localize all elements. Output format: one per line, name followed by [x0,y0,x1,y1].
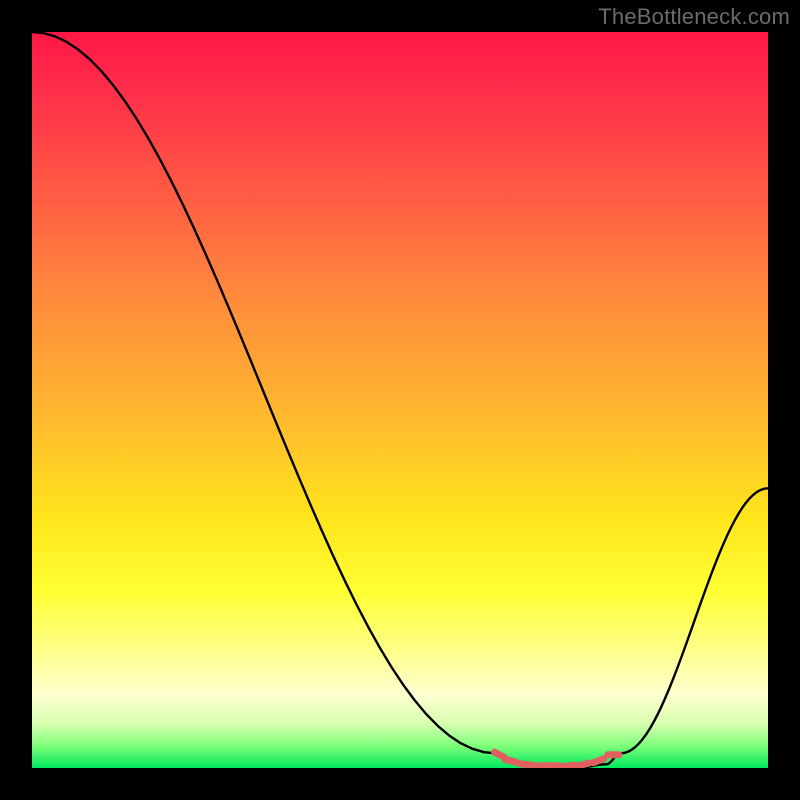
watermark-text: TheBottleneck.com [598,4,790,30]
marker-dash [594,759,604,763]
plot-area [32,32,768,768]
chart-svg [32,32,768,768]
marker-dash [564,765,575,766]
marker-dash [579,763,590,766]
marker-dash [505,759,516,762]
marker-dash [495,752,505,757]
marker-dash [520,764,531,765]
chart-frame: TheBottleneck.com [0,0,800,800]
bottleneck-curve [32,32,768,768]
